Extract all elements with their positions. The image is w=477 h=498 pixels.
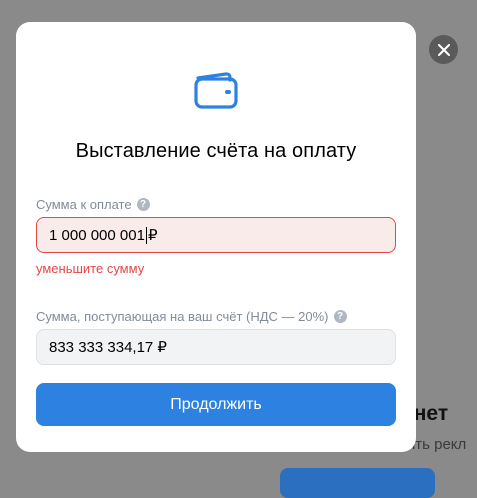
modal-title: Выставление счёта на оплату — [75, 140, 357, 162]
question-icon[interactable]: ? — [333, 310, 347, 323]
text-caret — [145, 226, 147, 244]
amount-label: Сумма к оплате ? — [36, 197, 150, 212]
amount-error-message: уменьшите сумму — [36, 261, 145, 276]
amount-value: 1 000 000 001 — [49, 226, 145, 244]
invoice-modal: Выставление счёта на оплату Сумма к опла… — [16, 22, 416, 452]
close-button[interactable] — [429, 35, 458, 64]
question-icon[interactable]: ? — [136, 198, 150, 211]
close-icon — [437, 43, 450, 56]
received-label: Сумма, поступающая на ваш счёт (НДС — 20… — [36, 309, 347, 324]
amount-input[interactable]: 1 000 000 001 ₽ — [36, 217, 396, 253]
amount-label-text: Сумма к оплате — [36, 197, 132, 212]
received-amount-field: 833 333 334,17 ₽ — [36, 329, 396, 365]
background-button — [280, 468, 435, 498]
amount-currency: ₽ — [147, 227, 158, 244]
received-value: 833 333 334,17 ₽ — [49, 339, 167, 356]
wallet-icon — [194, 72, 238, 109]
received-label-text: Сумма, поступающая на ваш счёт (НДС — 20… — [36, 309, 329, 324]
continue-button[interactable]: Продолжить — [36, 383, 396, 426]
